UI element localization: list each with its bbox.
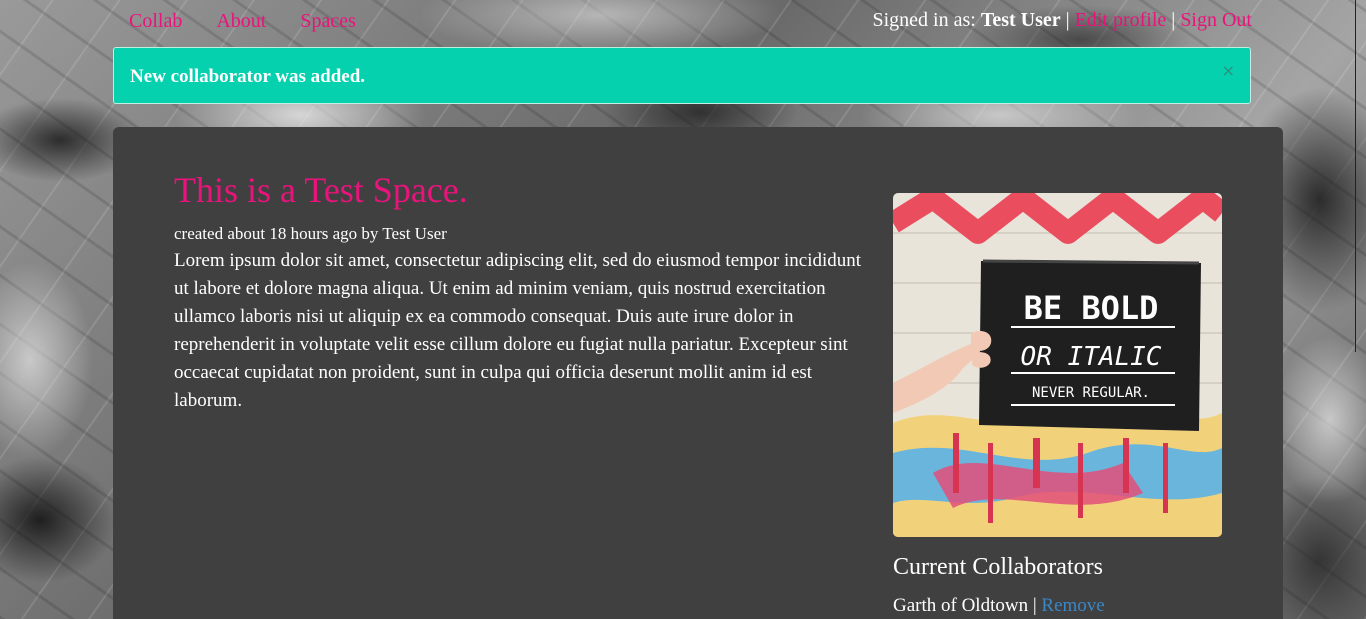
user-menu: Signed in as: Test User | Edit profile |… — [872, 9, 1252, 32]
nav-link-collab[interactable]: Collab — [129, 10, 182, 33]
collaborators-heading: Current Collaborators — [893, 554, 1103, 580]
current-user-name: Test User — [980, 9, 1061, 31]
separator: | — [1065, 9, 1070, 31]
space-meta: created about 18 hours ago by Test User — [174, 224, 447, 243]
remove-collaborator-link[interactable]: Remove — [1041, 595, 1104, 616]
separator: | — [1171, 9, 1176, 31]
nav-link-about[interactable]: About — [216, 10, 266, 33]
edit-profile-link[interactable]: Edit profile — [1075, 9, 1167, 31]
sign-out-link[interactable]: Sign Out — [1180, 9, 1252, 31]
image-text-line-2: OR ITALIC — [1021, 342, 1162, 372]
space-title: This is a Test Space. — [174, 170, 468, 210]
signed-in-label: Signed in as: — [872, 9, 976, 31]
space-panel: This is a Test Space. created about 18 h… — [113, 127, 1283, 619]
top-nav: Collab About Spaces — [129, 10, 356, 33]
scrollbar-edge — [1355, 0, 1356, 352]
space-image: BE BOLD OR ITALIC NEVER REGULAR. — [893, 193, 1222, 537]
collaborator-name: Garth of Oldtown — [893, 595, 1029, 616]
nav-link-spaces[interactable]: Spaces — [300, 10, 356, 33]
image-text-line-1: BE BOLD — [1024, 289, 1159, 327]
separator: | — [1032, 595, 1037, 616]
collaborator-item: Garth of Oldtown | Remove — [893, 595, 1105, 617]
alert-message: New collaborator was added. — [130, 66, 366, 87]
close-icon[interactable]: × — [1222, 61, 1235, 80]
space-description: Lorem ipsum dolor sit amet, consectetur … — [174, 250, 862, 411]
success-alert: New collaborator was added. × — [113, 47, 1251, 104]
image-text-line-3: NEVER REGULAR. — [1032, 385, 1150, 401]
